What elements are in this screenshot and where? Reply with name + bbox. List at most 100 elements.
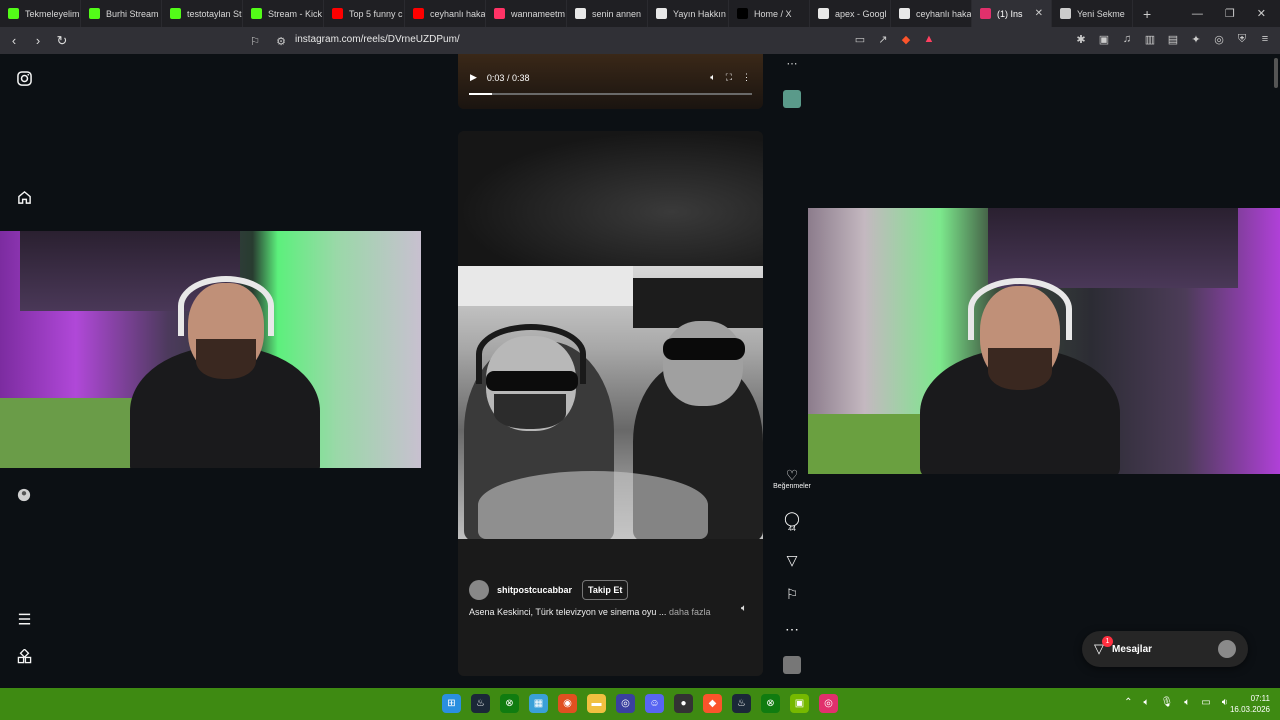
browser-tab[interactable]: wannameetm [486,0,567,27]
bookmark-save-icon[interactable]: ⚐ [786,586,799,602]
instagram-app-icon[interactable]: ◎ [819,694,838,713]
file-explorer-icon[interactable]: ▬ [587,694,606,713]
browser-tab[interactable]: ceyhanlı haka [405,0,486,27]
see-more-link[interactable]: daha fazla [669,607,711,617]
browser-tab[interactable]: apex - Googl [810,0,891,27]
browser-tab[interactable]: testotaylan St [162,0,243,27]
cast-icon[interactable]: ▭ [853,32,867,46]
browser-tab[interactable]: Top 5 funny c [324,0,405,27]
obs-icon[interactable]: ● [674,694,693,713]
system-clock[interactable]: 07:11 16.03.2026 [1230,693,1270,715]
reload-icon[interactable]: ↻ [52,33,72,49]
forward-icon[interactable]: › [28,33,48,48]
save-action[interactable]: ⚐ [778,586,806,602]
share-icon[interactable]: ↗ [876,32,890,46]
profile-avatar-icon[interactable] [16,487,32,503]
fullscreen-icon[interactable]: ⛶ [726,72,732,83]
xbox-icon-2[interactable]: ⊗ [761,694,780,713]
bookmark-icon[interactable]: ⚐ [248,34,262,48]
windows-start-icon[interactable]: ⊞ [442,694,461,713]
browser-tab[interactable]: Stream - Kick [243,0,324,27]
heart-icon[interactable]: ♡ [786,467,799,483]
mute-icon[interactable]: 🔈︎ [741,603,747,614]
play-icon[interactable]: ▶ [470,72,477,83]
url-field[interactable]: instagram.com/reels/DVrneUZDPum/ [295,34,460,45]
back-icon[interactable]: ‹ [4,33,24,48]
more-options-icon[interactable]: ⋯ [785,621,799,637]
google-icon [899,8,910,19]
store-icon[interactable]: ▦ [529,694,548,713]
extensions-icon[interactable]: ✱ [1074,32,1088,46]
page-scrollbar[interactable] [1272,54,1280,688]
close-tab-icon[interactable]: ✕ [1035,8,1043,19]
app-icon-orange[interactable]: ◉ [558,694,577,713]
like-action[interactable]: ♡ Beğenmeler [773,467,811,490]
browser-tab[interactable]: (1) Ins ✕ [972,0,1052,27]
sidebar-toggle-icon[interactable]: ▥ [1143,32,1157,46]
leo-ai-icon[interactable]: ✦ [1189,32,1203,46]
minimize-button[interactable]: — [1192,8,1203,20]
send-icon[interactable]: ▽ [787,552,798,568]
share-action[interactable]: ▽ [778,552,806,568]
sound-icon[interactable]: 🔉︎ [1222,697,1228,708]
audio-thumbnail[interactable] [783,656,801,674]
brave-rewards-icon[interactable]: ▲ [922,32,936,46]
kick-icon [170,8,181,19]
also-from-meta-icon[interactable] [16,648,32,664]
tab-title: Top 5 funny c [349,8,403,19]
more-options-icon-top[interactable]: ⋯ [785,56,799,70]
steam-icon-2[interactable]: ♨ [732,694,751,713]
more-options-action[interactable]: ⋯ [778,621,806,637]
tab-title: testotaylan St [187,8,242,19]
steam-icon[interactable]: ♨ [471,694,490,713]
reel-video-frame[interactable] [458,266,763,539]
tray-expand-icon[interactable]: ⌃ [1124,697,1132,708]
maximize-button[interactable]: ❐ [1225,7,1235,20]
browser-tab[interactable]: Yayın Hakkın [648,0,729,27]
browser-tab[interactable]: Tekmeleyelim [0,0,81,27]
tab-title: Tekmeleyelim [25,8,80,19]
browser-tab[interactable]: Home / X [729,0,810,27]
audio-thumbnail-top[interactable] [783,90,801,108]
comment-action[interactable]: ◯ 44 [778,510,806,533]
video-options-icon[interactable]: ⋮ [742,72,751,83]
vpn-icon[interactable]: ⛨ [1235,32,1249,46]
previous-reel-video[interactable]: ▶ 0:03 / 0:38 🔈︎ ⛶ ⋮ [458,54,763,109]
author-avatar[interactable] [469,580,489,600]
video-progress-bar[interactable] [469,93,752,95]
app-icon-circle[interactable]: ◎ [616,694,635,713]
browser-tab[interactable]: Burhi Stream [81,0,162,27]
tab-title: ceyhanlı haka [916,8,972,19]
more-menu-icon[interactable] [16,611,32,627]
follow-button[interactable]: Takip Et [582,580,629,600]
volume-icon[interactable]: 🔈︎ [710,72,715,83]
messages-button[interactable]: ▽ 1 Mesajlar [1082,631,1248,667]
reel-card[interactable]: shitpostcucabbar Takip Et Asena Keskinci… [458,131,763,676]
discord-icon[interactable]: ☺ [645,694,664,713]
profile-icon[interactable]: ◎ [1212,32,1226,46]
close-window-button[interactable]: ✕ [1257,7,1266,20]
screenshot-icon[interactable]: ▣ [1097,32,1111,46]
author-username[interactable]: shitpostcucabbar [497,585,572,595]
media-icon[interactable]: ♫ [1120,32,1134,46]
xbox-icon[interactable]: ⊗ [500,694,519,713]
volume-tray-icon[interactable]: 🔈︎ [1184,697,1190,708]
tab-title: wannameetm [511,8,566,19]
brave-icon[interactable]: ◆ [703,694,722,713]
site-settings-icon[interactable]: ⚙ [274,34,288,48]
browser-tab[interactable]: Yeni Sekme [1052,0,1133,27]
instagram-logo-icon[interactable] [16,70,32,86]
wallet-icon[interactable]: ▤ [1166,32,1180,46]
browser-tab[interactable]: ceyhanlı haka [891,0,972,27]
new-tab-button[interactable]: + [1133,6,1161,22]
comment-icon[interactable]: ◯ [784,510,800,526]
nvidia-icon[interactable]: ▣ [790,694,809,713]
brave-shield-icon[interactable]: ◆ [899,32,913,46]
home-icon[interactable] [16,189,32,205]
browser-tab[interactable]: senin annen [567,0,648,27]
tray-speaker-icon[interactable]: 🔈︎ [1144,697,1150,708]
menu-icon[interactable]: ≡ [1258,32,1272,46]
tab-title: Burhi Stream [106,8,159,19]
microphone-icon[interactable]: 🎙︎ [1161,697,1174,708]
network-icon[interactable]: ▭ [1201,697,1210,708]
